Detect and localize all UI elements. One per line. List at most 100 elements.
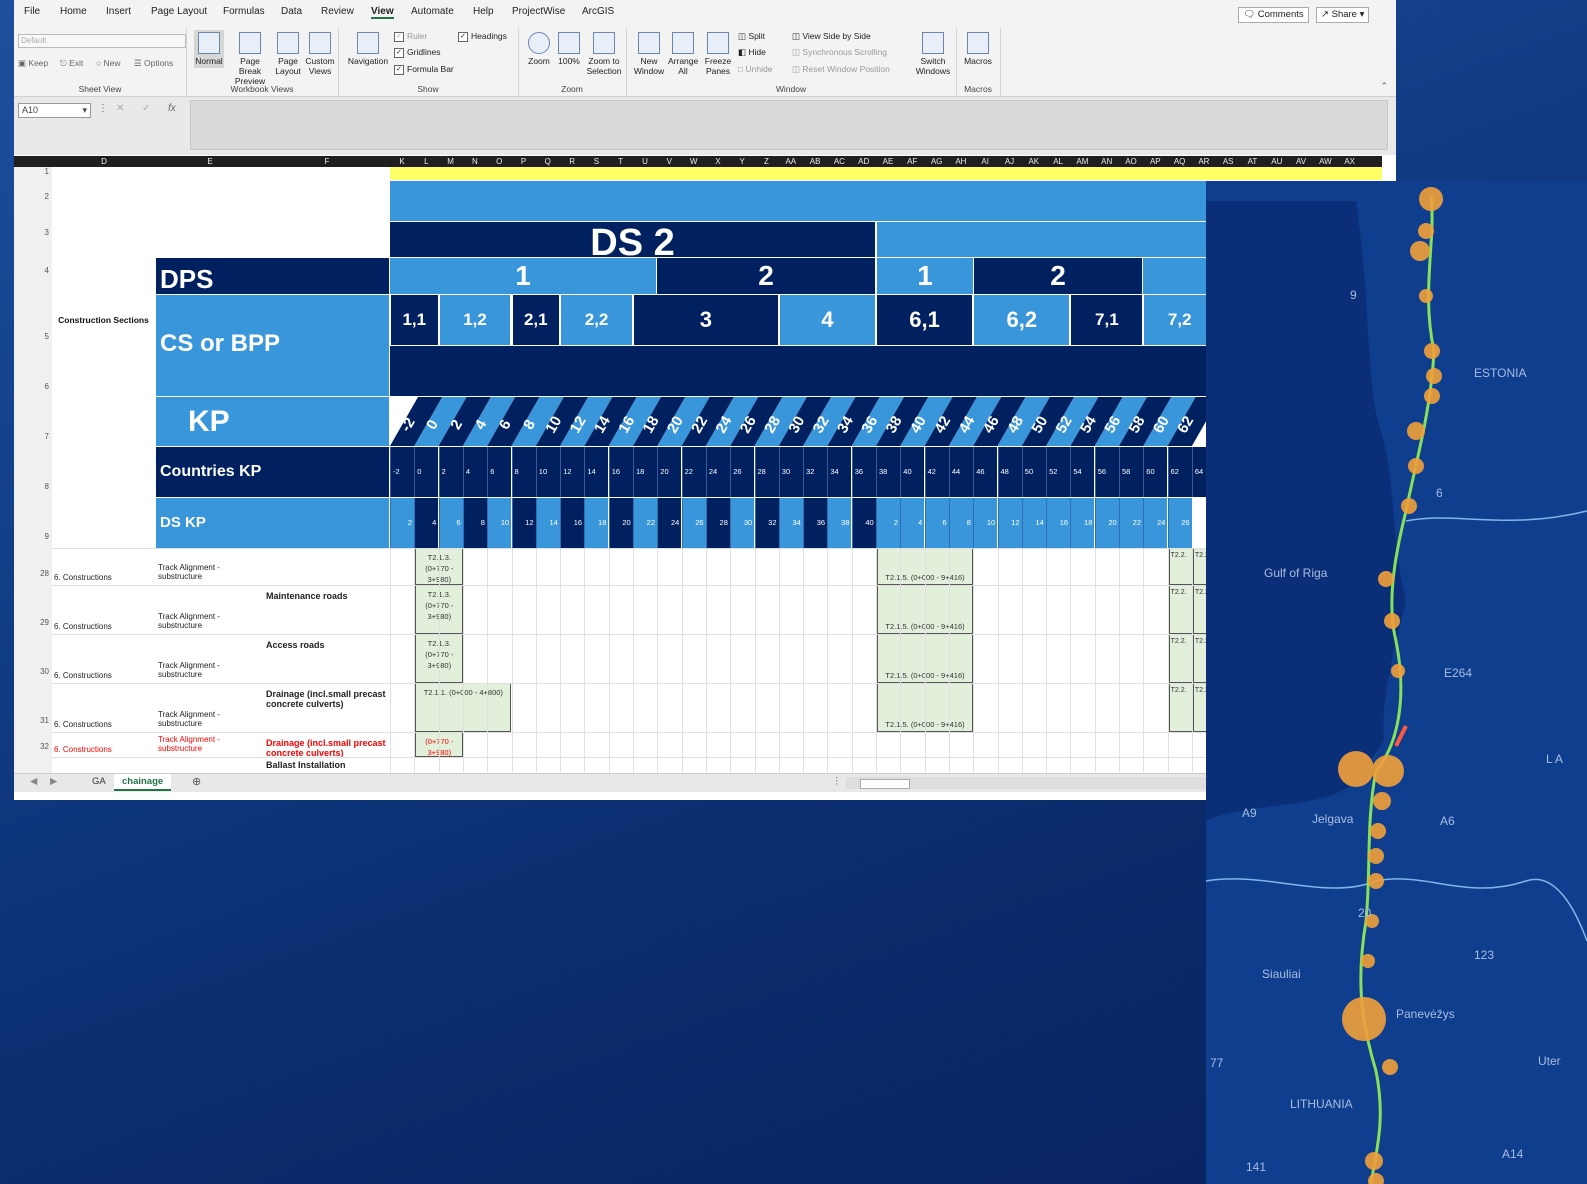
row-d-cell[interactable]: 6. Constructions [54, 671, 112, 680]
row-e-cell[interactable]: Track Alignment - substructure [158, 710, 258, 728]
column-letter[interactable]: AP [1143, 156, 1167, 167]
column-letter[interactable]: U [633, 156, 657, 167]
column-letter[interactable]: AQ [1168, 156, 1192, 167]
row-d-cell[interactable]: 6. Constructions [54, 573, 112, 582]
gridlines-checkbox[interactable]: ✓ Gridlines [394, 47, 441, 58]
route-node[interactable] [1424, 388, 1440, 404]
route-node[interactable] [1401, 498, 1417, 514]
column-letter[interactable]: AS [1216, 156, 1240, 167]
row-number[interactable]: 1 [45, 167, 49, 176]
headings-checkbox[interactable]: ✓ Headings [458, 31, 507, 42]
route-node[interactable] [1424, 343, 1440, 359]
route-node[interactable] [1338, 751, 1374, 787]
route-node[interactable] [1418, 223, 1434, 239]
tab-splitter-icon[interactable]: ⋮ [832, 776, 842, 787]
row-number[interactable]: 32 [40, 742, 49, 751]
edge-box[interactable]: T2.2. [1168, 634, 1193, 683]
split-button[interactable]: ◫ Split [738, 31, 765, 42]
column-letter[interactable]: Y [730, 156, 754, 167]
row-number[interactable]: 7 [45, 432, 49, 441]
reset-window-position-button[interactable]: ◫ Reset Window Position [792, 64, 890, 75]
formula-bar-checkbox[interactable]: ✓ Formula Bar [394, 64, 454, 75]
row-e-cell[interactable]: Track Alignment - substructure [158, 661, 258, 679]
options-button[interactable]: ☰ Options [134, 58, 173, 69]
zoom-button[interactable]: Zoom [524, 32, 554, 66]
insert-function-button[interactable]: fx [168, 103, 176, 114]
spreadsheet-grid[interactable]: DS 2 DPS 1 2 1 2 Construction Sections C… [52, 167, 1382, 773]
row-number[interactable]: 29 [40, 618, 49, 627]
formula-input[interactable] [190, 100, 1388, 150]
column-letter[interactable]: AV [1289, 156, 1313, 167]
row-f-cell[interactable]: Ballast Installation [266, 760, 346, 770]
column-letter[interactable]: AB [803, 156, 827, 167]
column-letter[interactable]: M [439, 156, 463, 167]
edge-box[interactable]: T2.2. [1168, 683, 1193, 732]
ribbon-tab-help[interactable]: Help [473, 6, 494, 17]
route-node[interactable] [1382, 1059, 1398, 1075]
route-node[interactable] [1419, 289, 1433, 303]
ribbon-tab-review[interactable]: Review [321, 6, 354, 17]
ribbon-tab-view[interactable]: View [371, 6, 394, 19]
column-letter[interactable]: AF [900, 156, 924, 167]
custom-views-button[interactable]: Custom Views [304, 32, 336, 76]
row-number[interactable]: 30 [40, 667, 49, 676]
macros-button[interactable]: Macros [960, 32, 996, 66]
exit-button[interactable]: ⎋ Exit [60, 58, 83, 69]
column-letter[interactable]: AI [973, 156, 997, 167]
column-letter[interactable]: AO [1119, 156, 1143, 167]
scrollbar-thumb[interactable] [860, 779, 910, 789]
row-f-cell[interactable]: Drainage (incl.small precast concrete cu… [266, 738, 386, 758]
ribbon-tab-projectwise[interactable]: ProjectWise [512, 6, 565, 17]
column-letter[interactable]: K [390, 156, 414, 167]
route-node[interactable] [1419, 187, 1443, 211]
route-node[interactable] [1378, 571, 1394, 587]
ruler-checkbox[interactable]: ✓ Ruler [394, 31, 427, 42]
column-letter[interactable]: AC [827, 156, 851, 167]
row-number[interactable]: 3 [45, 228, 49, 237]
row-e-cell[interactable]: Track Alignment - substructure [158, 563, 258, 581]
zoom-100-button[interactable]: 100% [556, 32, 582, 66]
column-letter[interactable]: AH [949, 156, 973, 167]
column-letter[interactable]: AD [852, 156, 876, 167]
route-node[interactable] [1361, 954, 1375, 968]
confirm-icon[interactable]: ✓ [142, 103, 150, 114]
route-node[interactable] [1368, 848, 1384, 864]
column-letter[interactable]: AU [1265, 156, 1289, 167]
edge-box[interactable]: T2.2. [1168, 585, 1193, 634]
row-d-cell[interactable]: 6. Constructions [54, 720, 112, 729]
freeze-panes-button[interactable]: Freeze Panes [700, 32, 736, 76]
ribbon-tab-automate[interactable]: Automate [411, 6, 454, 17]
collapse-ribbon-icon[interactable]: ⌃ [1380, 81, 1388, 92]
route-node[interactable] [1410, 241, 1430, 261]
column-letter[interactable]: AG [925, 156, 949, 167]
row-d-cell[interactable]: 6. Constructions [54, 745, 112, 754]
row-number[interactable]: 28 [40, 569, 49, 578]
column-letter[interactable]: AT [1241, 156, 1265, 167]
route-node[interactable] [1408, 458, 1424, 474]
route-node[interactable] [1426, 368, 1442, 384]
hide-button[interactable]: ◧ Hide [738, 47, 766, 58]
arrange-all-button[interactable]: Arrange All [668, 32, 698, 76]
column-letter[interactable]: AE [876, 156, 900, 167]
add-sheet-icon[interactable]: ⊕ [192, 775, 201, 788]
cancel-icon[interactable]: ✕ [116, 103, 124, 114]
unhide-button[interactable]: □ Unhide [738, 64, 772, 74]
ribbon-tab-page-layout[interactable]: Page Layout [151, 6, 207, 17]
route-node[interactable] [1391, 664, 1405, 678]
route-node[interactable] [1368, 873, 1384, 889]
row-d-cell[interactable]: 6. Constructions [54, 622, 112, 631]
scroll-left-icon[interactable]: ◀ [30, 776, 37, 787]
route-node[interactable] [1384, 613, 1400, 629]
ribbon-tab-file[interactable]: File [24, 6, 40, 17]
column-letter[interactable]: AN [1095, 156, 1119, 167]
row-number[interactable]: 2 [45, 192, 49, 201]
row-number[interactable]: 8 [45, 482, 49, 491]
keep-button[interactable]: ▣ Keep [18, 58, 48, 69]
column-letter[interactable]: O [487, 156, 511, 167]
normal-view-button[interactable]: Normal [194, 30, 224, 68]
view-side-by-side-button[interactable]: ◫ View Side by Side [792, 31, 871, 42]
column-letter[interactable]: F [264, 156, 390, 167]
horizontal-scrollbar[interactable] [846, 777, 1226, 789]
column-letter[interactable]: P [512, 156, 536, 167]
share-button[interactable]: ↗ Share ▾ [1316, 7, 1370, 23]
